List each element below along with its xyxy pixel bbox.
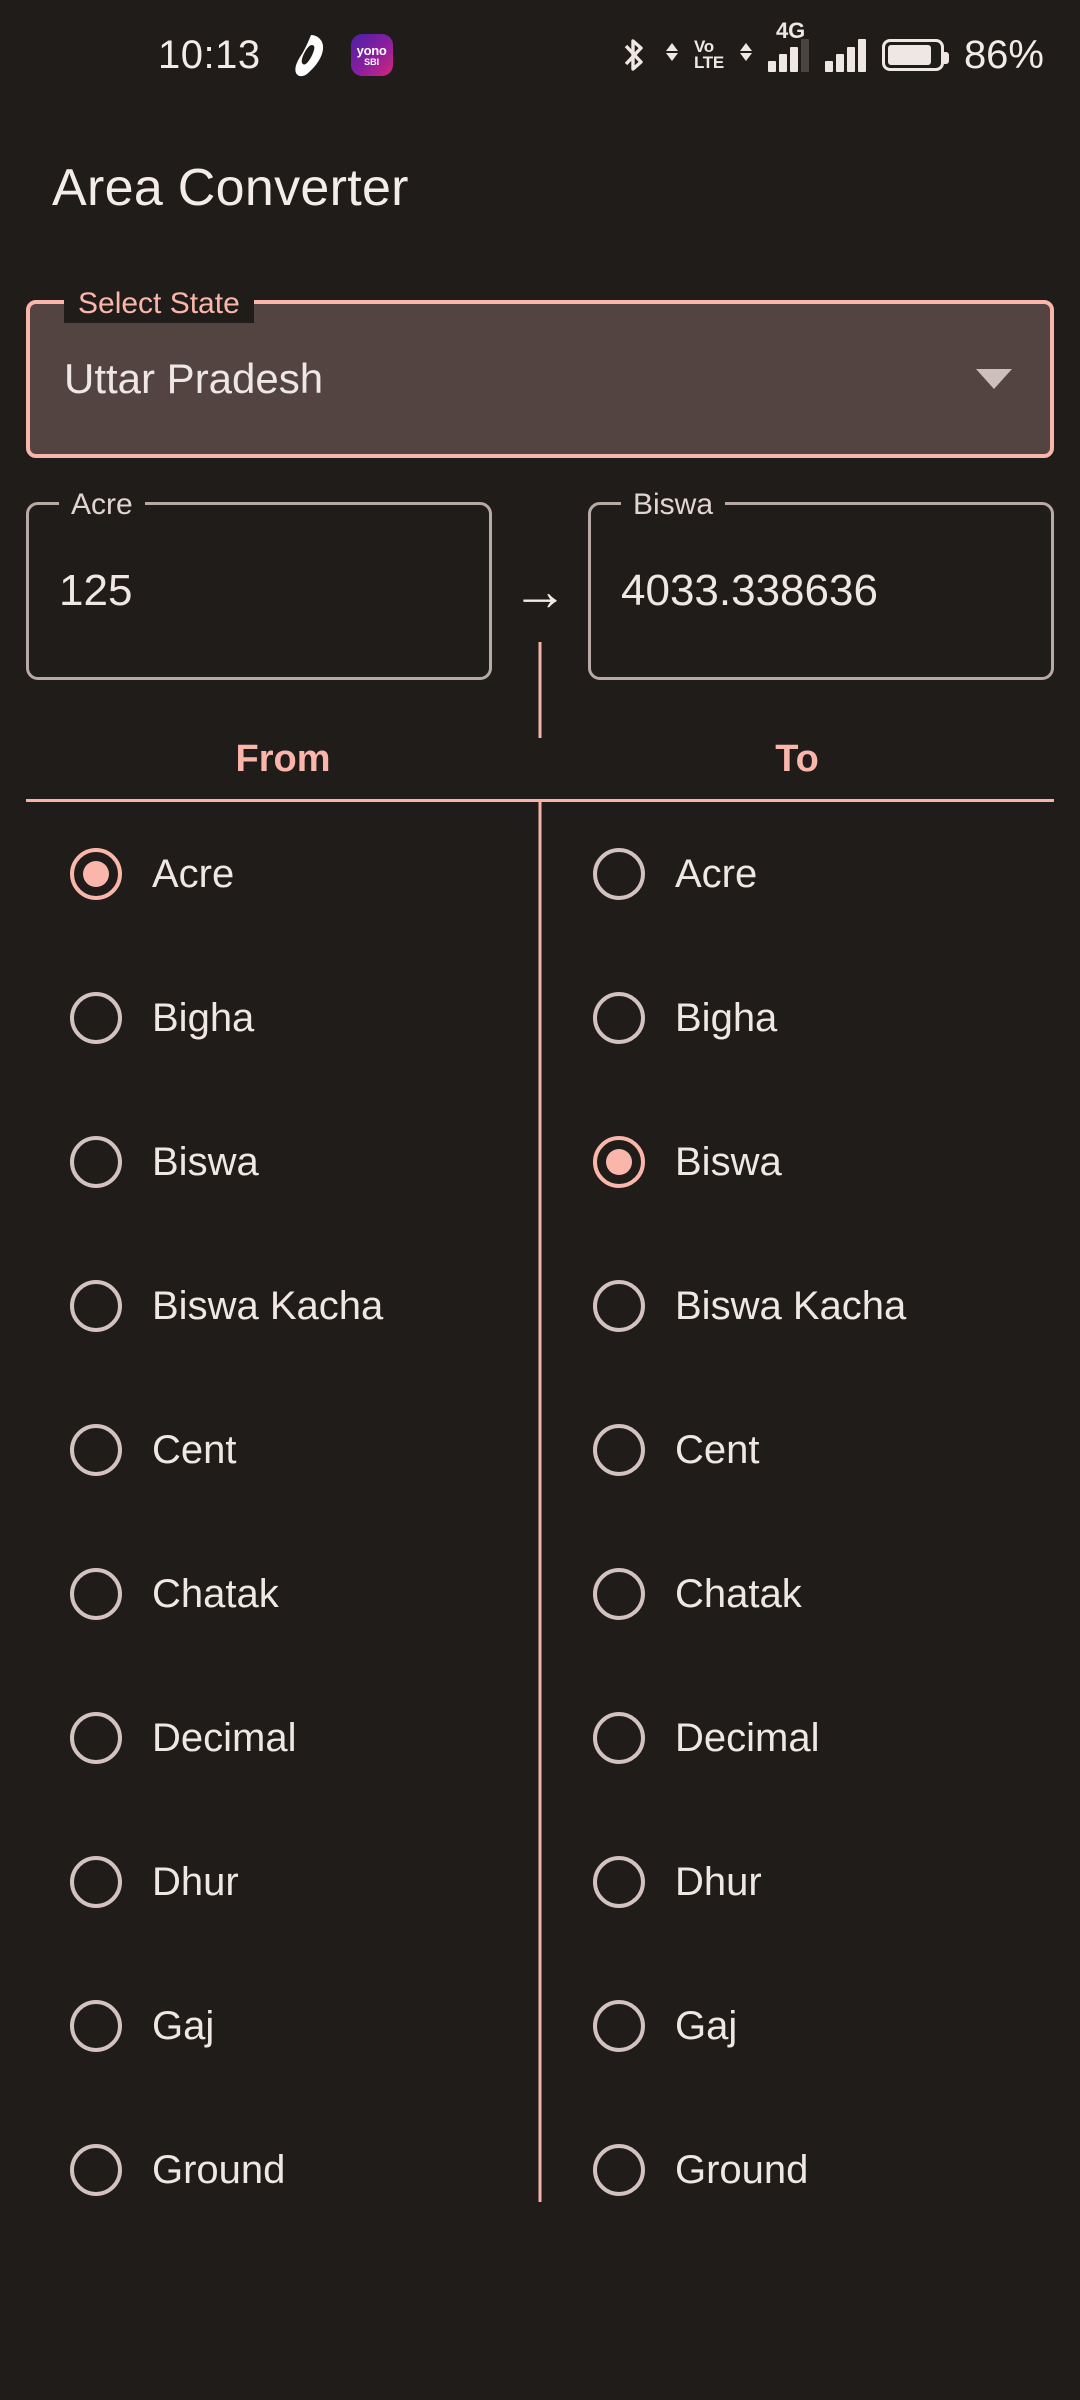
from-value: 125: [59, 566, 133, 615]
arrow-right-icon: →: [512, 559, 568, 622]
signal-bars-icon: 4G: [767, 18, 809, 72]
column-divider: [538, 802, 542, 2202]
unit-option-to-acre[interactable]: Acre: [531, 802, 1054, 946]
chevron-down-icon[interactable]: [976, 369, 1012, 389]
units-table-body: Acre Acre Bigha Bigha Biswa Biswa Biswa Kacha B…: [26, 802, 1054, 2242]
radio-unselected-icon[interactable]: [70, 2000, 122, 2052]
volte-icon: Vo LTE: [693, 38, 724, 72]
unit-option-from-cent[interactable]: Cent: [26, 1378, 531, 1522]
unit-option-label: Chatak: [152, 1571, 279, 1616]
radio-unselected-icon[interactable]: [593, 992, 645, 1044]
unit-option-label: Dhur: [675, 1859, 762, 1904]
radio-unselected-icon[interactable]: [70, 1136, 122, 1188]
data-transfer-icon: [739, 43, 752, 61]
bluetooth-icon: [624, 39, 643, 71]
unit-option-to-biswa[interactable]: Biswa: [531, 1090, 1054, 1234]
unit-option-to-biswa-kacha[interactable]: Biswa Kacha: [531, 1234, 1054, 1378]
radio-unselected-icon[interactable]: [593, 1280, 645, 1332]
from-unit-label: Acre: [59, 485, 145, 525]
radio-selected-icon[interactable]: [70, 848, 122, 900]
unit-option-label: Bigha: [152, 995, 255, 1040]
unit-option-label: Ground: [675, 2147, 809, 2192]
radio-unselected-icon[interactable]: [593, 1568, 645, 1620]
unit-option-label: Gaj: [675, 2003, 738, 2048]
to-value: 4033.338636: [621, 566, 878, 615]
unit-option-to-cent[interactable]: Cent: [531, 1378, 1054, 1522]
status-bar: 10:13 yono SBI Vo LTE 4G 86%: [0, 0, 1080, 110]
units-table: From To Acre Acre Bigha Bigha Biswa Biswa Bisw…: [26, 642, 1054, 2242]
column-header-from: From: [235, 738, 331, 780]
signal-bars-2-icon: [824, 38, 866, 72]
unit-option-from-dhur[interactable]: Dhur: [26, 1810, 531, 1954]
unit-option-from-acre[interactable]: Acre: [26, 802, 531, 946]
unit-option-label: Ground: [152, 2147, 286, 2192]
yono-label: yono: [356, 42, 387, 58]
radio-unselected-icon[interactable]: [70, 1424, 122, 1476]
page-title: Area Converter: [52, 159, 409, 217]
airtel-icon: [294, 35, 323, 77]
unit-option-from-bigha[interactable]: Bigha: [26, 946, 531, 1090]
radio-unselected-icon[interactable]: [70, 1280, 122, 1332]
sbi-label: SBI: [364, 56, 380, 67]
unit-option-from-biswa-kacha[interactable]: Biswa Kacha: [26, 1234, 531, 1378]
network-type-label: 4G: [775, 18, 806, 43]
radio-unselected-icon[interactable]: [70, 1856, 122, 1908]
unit-option-label: Acre: [675, 851, 758, 896]
select-state-label: Select State: [64, 285, 254, 323]
unit-option-label: Chatak: [675, 1571, 802, 1616]
radio-selected-icon[interactable]: [593, 1136, 645, 1188]
radio-unselected-icon[interactable]: [70, 2144, 122, 2196]
unit-option-label: Acre: [152, 851, 235, 896]
radio-unselected-icon[interactable]: [70, 992, 122, 1044]
unit-option-label: Decimal: [675, 1715, 820, 1760]
unit-option-label: Bigha: [675, 995, 778, 1040]
from-value-field[interactable]: Acre 125: [26, 485, 492, 680]
unit-option-from-decimal[interactable]: Decimal: [26, 1666, 531, 1810]
unit-option-from-ground[interactable]: Ground: [26, 2098, 531, 2242]
radio-unselected-icon[interactable]: [593, 1424, 645, 1476]
unit-option-label: Cent: [675, 1427, 760, 1472]
radio-unselected-icon[interactable]: [593, 2144, 645, 2196]
radio-unselected-icon[interactable]: [593, 848, 645, 900]
to-unit-label: Biswa: [621, 485, 726, 525]
radio-unselected-icon[interactable]: [593, 1712, 645, 1764]
radio-unselected-icon[interactable]: [70, 1712, 122, 1764]
column-header-to: To: [775, 738, 819, 780]
units-table-header: From To: [26, 738, 1054, 802]
radio-unselected-icon[interactable]: [70, 1568, 122, 1620]
select-state-value: Uttar Pradesh: [64, 355, 324, 402]
unit-option-label: Biswa Kacha: [675, 1283, 907, 1328]
unit-option-label: Biswa: [152, 1139, 259, 1184]
unit-option-label: Decimal: [152, 1715, 297, 1760]
unit-option-to-chatak[interactable]: Chatak: [531, 1522, 1054, 1666]
status-bar-left: 10:13 yono SBI: [0, 33, 393, 78]
yono-sbi-icon: yono SBI: [350, 34, 393, 76]
unit-option-to-decimal[interactable]: Decimal: [531, 1666, 1054, 1810]
unit-option-label: Gaj: [152, 2003, 215, 2048]
column-divider-header: [538, 642, 542, 738]
battery-icon: [881, 39, 949, 71]
unit-option-label: Dhur: [152, 1859, 239, 1904]
unit-option-label: Biswa: [675, 1139, 782, 1184]
unit-option-from-chatak[interactable]: Chatak: [26, 1522, 531, 1666]
volte-line-2: LTE: [693, 53, 724, 72]
unit-option-from-gaj[interactable]: Gaj: [26, 1954, 531, 2098]
unit-option-label: Biswa Kacha: [152, 1283, 384, 1328]
status-bar-clock: 10:13: [158, 32, 261, 77]
select-state-wrapper: Select State Uttar Pradesh: [26, 285, 1054, 458]
unit-option-to-ground[interactable]: Ground: [531, 2098, 1054, 2242]
status-bar-right: Vo LTE 4G 86%: [620, 18, 1044, 78]
radio-unselected-icon[interactable]: [593, 2000, 645, 2052]
unit-option-to-bigha[interactable]: Bigha: [531, 946, 1054, 1090]
select-state-dropdown[interactable]: Select State Uttar Pradesh: [26, 285, 1054, 458]
unit-option-label: Cent: [152, 1427, 237, 1472]
unit-option-from-biswa[interactable]: Biswa: [26, 1090, 531, 1234]
unit-option-to-gaj[interactable]: Gaj: [531, 1954, 1054, 2098]
to-value-field[interactable]: Biswa 4033.338636: [588, 485, 1054, 680]
radio-unselected-icon[interactable]: [593, 1856, 645, 1908]
bluetooth-transfer-icon: [665, 43, 678, 61]
unit-option-to-dhur[interactable]: Dhur: [531, 1810, 1054, 1954]
battery-percent-label: 86%: [963, 32, 1044, 77]
